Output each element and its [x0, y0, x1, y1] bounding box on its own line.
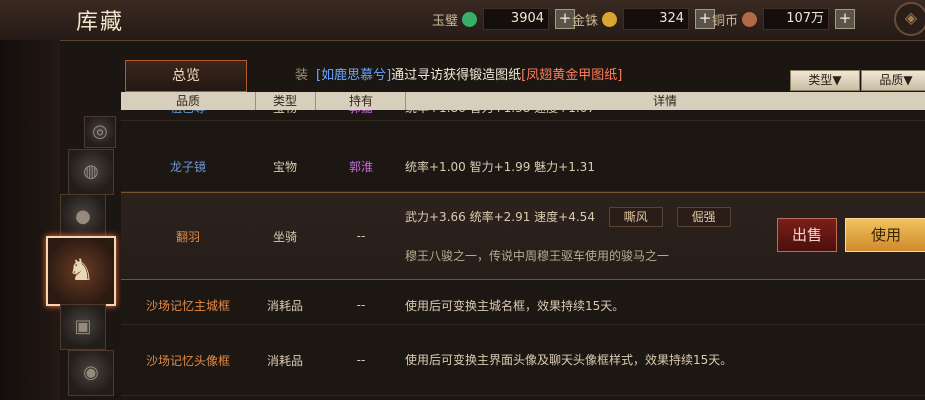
header-owner[interactable]: 持有: [317, 92, 406, 110]
trait-tag[interactable]: 嘶风: [608, 207, 663, 227]
item-description: 穆王八骏之一，传说中周穆王驱车使用的骏马之一: [405, 249, 670, 263]
table-row[interactable]: 龙子镜 宝物 郭淮 统率+1.00 智力+1.99 魅力+1.31: [121, 141, 925, 192]
gold-coin-icon: [602, 11, 618, 27]
currency-jade-label: 玉璧: [432, 13, 459, 29]
menu-emblem-icon[interactable]: ◈: [894, 2, 925, 36]
item-name: 沙场记忆主城框: [145, 298, 230, 313]
use-button[interactable]: 使用: [845, 218, 925, 252]
item-owner: 郭淮: [348, 159, 373, 174]
item-type: 消耗品: [266, 298, 303, 313]
sell-button[interactable]: 出售: [777, 218, 837, 252]
announcement-marquee: [如鹿思慕兮]通过寻访获得锻造图纸[凤翅黄金甲图纸]: [316, 66, 686, 86]
item-name: 沙场记忆头像框: [145, 353, 230, 368]
page-title: 库藏: [76, 10, 125, 35]
filter-type-button[interactable]: 类型▼: [790, 70, 860, 91]
currency-copper: 铜币 107万 +: [712, 8, 856, 30]
jade-icon: [462, 11, 478, 27]
copper-coin-icon: [742, 11, 758, 27]
item-type: 消耗品: [266, 353, 303, 368]
header-type[interactable]: 类型: [255, 92, 316, 110]
item-owner: --: [356, 353, 366, 367]
item-owner: --: [356, 298, 366, 312]
marquee-item: [凤翅黄金甲图纸]: [521, 68, 623, 83]
top-bar: 库藏 玉璧 3904 + 金铢 324 + 铜币 107万 + ◈: [0, 0, 925, 41]
tab-overview[interactable]: 总览: [125, 60, 247, 92]
currency-jade: 玉璧 3904 +: [432, 8, 576, 30]
marquee-player: [如鹿思慕兮]: [316, 68, 392, 83]
item-type: 坐骑: [272, 229, 297, 244]
table-header: 品质 类型 持有 详情: [121, 92, 925, 110]
item-thumb-5[interactable]: ▣: [60, 304, 106, 350]
currency-gold: 金铢 324 +: [572, 8, 716, 30]
item-detail: 统率+1.00 智力+1.99 魅力+1.31: [405, 159, 595, 174]
item-detail: 统率+1.86 智力+1.38 速度+1.67: [405, 110, 925, 120]
table-row[interactable]: 沙场记忆主城框 消耗品 -- 使用后可变换主城名框，效果持续15天。: [121, 286, 925, 325]
item-thumb-1[interactable]: ◎: [84, 116, 116, 148]
item-owner: 郭嘉: [317, 110, 405, 120]
tab-equipment[interactable]: 装: [253, 63, 308, 89]
item-name: 翻羽: [175, 229, 200, 244]
item-thumb-3[interactable]: ●: [60, 194, 106, 240]
table-row[interactable]: 祖巳尊 宝物 郭嘉 统率+1.86 智力+1.38 速度+1.67: [121, 110, 925, 121]
marquee-text: 通过寻访获得锻造图纸: [391, 68, 522, 83]
item-name: 龙子镜: [169, 159, 206, 174]
header-quality[interactable]: 品质: [121, 92, 256, 110]
item-table: 祖巳尊 宝物 郭嘉 统率+1.86 智力+1.38 速度+1.67 龙子镜 宝物…: [121, 110, 925, 400]
item-name: 祖巳尊: [121, 110, 255, 120]
item-thumbnail-strip: [0, 40, 60, 400]
item-stats: 武力+3.66 统率+2.91 速度+4.54 嘶风 倔强: [405, 207, 731, 227]
item-detail: 使用后可变换主城名框，效果持续15天。: [405, 298, 625, 313]
item-type: 宝物: [255, 110, 315, 120]
table-row[interactable]: 沙场记忆头像框 消耗品 -- 使用后可变换主界面头像及聊天头像框样式，效果持续1…: [121, 325, 925, 396]
item-detail: 使用后可变换主界面头像及聊天头像框样式，效果持续15天。: [405, 353, 733, 367]
item-thumb-6[interactable]: ◉: [68, 350, 114, 396]
trait-tag[interactable]: 倔强: [676, 207, 731, 227]
item-thumb-2[interactable]: ◍: [68, 149, 114, 195]
currency-copper-label: 铜币: [712, 13, 739, 29]
item-detail: 武力+3.66 统率+2.91 速度+4.54: [405, 210, 595, 224]
currency-jade-value: 3904: [483, 8, 550, 30]
currency-copper-value: 107万: [763, 8, 830, 30]
currency-gold-label: 金铢: [572, 13, 599, 29]
item-type: 宝物: [272, 159, 297, 174]
add-copper-button[interactable]: +: [835, 9, 856, 29]
filter-quality-button[interactable]: 品质▼: [861, 70, 925, 91]
currency-gold-value: 324: [623, 8, 690, 30]
header-detail: 详情: [652, 94, 677, 108]
item-owner: --: [356, 229, 366, 243]
item-thumb-horse[interactable]: ♞: [46, 236, 116, 306]
